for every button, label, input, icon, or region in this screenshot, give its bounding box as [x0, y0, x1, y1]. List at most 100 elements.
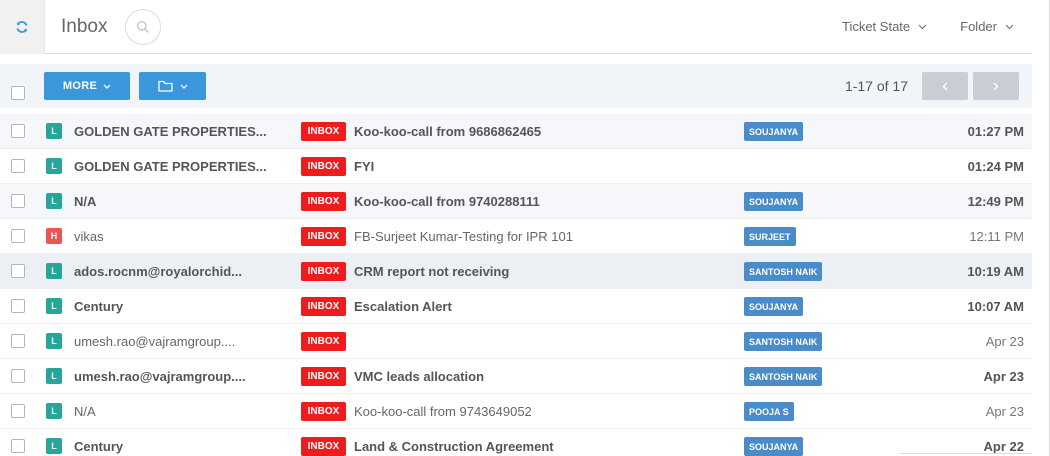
assignee-badge: SANTOSH NAIK: [744, 367, 823, 386]
ticket-state-label: Ticket State: [841, 19, 911, 34]
ticket-state-dropdown[interactable]: Ticket State: [842, 19, 927, 34]
folder-icon: [157, 80, 173, 92]
priority-badge: H: [46, 228, 62, 244]
ticket-subject[interactable]: FYI: [354, 159, 734, 174]
ticket-timestamp: 12:11 PM: [969, 229, 1024, 244]
row-checkbox[interactable]: [11, 334, 25, 348]
table-row[interactable]: L GOLDEN GATE PROPERTIES... INBOX Koo-koo-c…: [0, 114, 1032, 149]
assignee-badge: SOUJANYA: [744, 437, 804, 456]
ticket-subject[interactable]: Koo-koo-call from 9740288111: [354, 194, 734, 209]
inbox-app: Inbox Ticket State Folder MORE 1-17 of 1…: [0, 0, 1050, 456]
assignee-badge: SANTOSH NAIK: [744, 332, 823, 351]
chevron-down-icon: [103, 84, 111, 89]
prev-page-button[interactable]: [922, 72, 968, 100]
ticket-sender[interactable]: umesh.rao@vajramgroup....: [74, 334, 289, 349]
ticket-timestamp: Apr 23: [983, 369, 1024, 384]
table-row[interactable]: L N/A INBOX Koo-koo-call from 9743649052 POO…: [0, 394, 1032, 429]
table-row[interactable]: Lumesh.rao@vajramgroup.... INBOX VMC leads…: [0, 359, 1032, 394]
priority-badge: L: [46, 368, 62, 384]
row-checkbox[interactable]: [11, 264, 25, 278]
table-row[interactable]: L Century INBOX Escalation Alert SOUJANYA 10:…: [0, 289, 1032, 324]
ticket-sender[interactable]: ados.rocnm@royalorchid...: [74, 264, 289, 279]
priority-badge: L: [46, 263, 62, 279]
ticket-timestamp: Apr 23: [985, 404, 1024, 419]
folder-label: Folder: [960, 19, 997, 34]
select-all-checkbox[interactable]: [11, 86, 25, 100]
ticket-sender[interactable]: vikas: [74, 229, 289, 244]
ticket-subject[interactable]: FB-Surjeet Kumar-Testing for IPR 101: [354, 229, 734, 244]
ticket-sender[interactable]: Century: [74, 299, 289, 314]
chevron-down-icon: [180, 84, 187, 89]
table-row[interactable]: L N/A INBOX Koo-koo-call from 9740288111 SOU…: [0, 184, 1032, 219]
assignee-badge: SOUJANYA: [744, 192, 804, 211]
ticket-sender[interactable]: umesh.rao@vajramgroup....: [74, 369, 289, 384]
assignee-badge: SOUJANYA: [744, 122, 804, 141]
inbox-tag-badge: INBOX: [301, 332, 346, 351]
ticket-sender[interactable]: Century: [74, 439, 289, 454]
priority-badge: L: [46, 158, 62, 174]
inbox-tag-badge: INBOX: [301, 227, 346, 246]
table-row[interactable]: Lumesh.rao@vajramgroup.... INBOX SANTOSH N…: [0, 324, 1032, 359]
more-button-label: MORE: [62, 80, 98, 92]
inbox-tag-badge: INBOX: [301, 297, 346, 316]
inbox-tag-badge: INBOX: [301, 122, 346, 141]
ticket-timestamp: Apr 23: [985, 334, 1024, 349]
table-row[interactable]: Lados.rocnm@royalorchid... INBOX CRM repor…: [0, 254, 1032, 289]
next-page-button[interactable]: [973, 72, 1019, 100]
chevron-left-icon: [942, 82, 948, 90]
row-checkbox[interactable]: [11, 194, 25, 208]
page-title: Inbox: [61, 15, 108, 37]
assignee-badge: SANTOSH NAIK: [744, 262, 823, 281]
inbox-tag-badge: INBOX: [301, 437, 346, 456]
ticket-sender[interactable]: GOLDEN GATE PROPERTIES...: [74, 124, 289, 139]
refresh-icon: [16, 20, 28, 33]
inbox-tag-badge: INBOX: [301, 402, 346, 421]
ticket-timestamp: 01:27 PM: [967, 124, 1024, 139]
search-button[interactable]: [125, 8, 162, 45]
ticket-subject[interactable]: Koo-koo-call from 9743649052: [354, 404, 734, 419]
table-row[interactable]: L GOLDEN GATE PROPERTIES... INBOX FYI 01:24 …: [0, 149, 1032, 184]
ticket-subject[interactable]: CRM report not receiving: [354, 264, 734, 279]
row-checkbox[interactable]: [11, 229, 25, 243]
chevron-down-icon: [918, 24, 927, 29]
row-checkbox[interactable]: [11, 299, 25, 313]
table-row[interactable]: Hvikas INBOX FB-Surjeet Kumar-Testing for …: [0, 219, 1032, 254]
row-checkbox[interactable]: [11, 404, 25, 418]
ticket-list: L GOLDEN GATE PROPERTIES... INBOX Koo-koo-c…: [0, 114, 1032, 456]
ticket-subject[interactable]: VMC leads allocation: [354, 369, 734, 384]
row-checkbox[interactable]: [11, 369, 25, 383]
row-checkbox[interactable]: [11, 124, 25, 138]
ticket-subject[interactable]: Escalation Alert: [354, 299, 734, 314]
ticket-timestamp: Apr 22: [983, 439, 1024, 454]
ticket-timestamp: 10:19 AM: [967, 264, 1024, 279]
ticket-timestamp: 12:49 PM: [967, 194, 1024, 209]
priority-badge: L: [46, 403, 62, 419]
more-button[interactable]: MORE: [44, 72, 130, 100]
row-checkbox[interactable]: [11, 159, 25, 173]
ticket-timestamp: 10:07 AM: [967, 299, 1024, 314]
header-bar: Inbox Ticket State Folder: [0, 0, 1032, 54]
table-row[interactable]: L Century INBOX Land & Construction Agreeme…: [0, 429, 1032, 456]
priority-badge: L: [46, 298, 62, 314]
pagination-text: 1-17 of 17: [844, 78, 908, 94]
chevron-right-icon: [993, 82, 999, 90]
ticket-timestamp: 01:24 PM: [967, 159, 1024, 174]
folder-dropdown[interactable]: Folder: [960, 19, 1014, 34]
ticket-sender[interactable]: N/A: [74, 404, 289, 419]
ticket-sender[interactable]: N/A: [74, 194, 289, 209]
refresh-button[interactable]: [0, 0, 45, 54]
move-to-folder-button[interactable]: [139, 72, 206, 100]
header-filters: Ticket State Folder: [842, 19, 1032, 34]
ticket-sender[interactable]: GOLDEN GATE PROPERTIES...: [74, 159, 289, 174]
assignee-badge: SURJEET: [744, 227, 796, 246]
inbox-tag-badge: INBOX: [301, 262, 346, 281]
priority-badge: L: [46, 123, 62, 139]
ticket-subject[interactable]: Koo-koo-call from 9686862465: [354, 124, 734, 139]
inbox-tag-badge: INBOX: [301, 367, 346, 386]
row-checkbox[interactable]: [11, 439, 25, 453]
assignee-badge: POOJA S: [744, 402, 794, 421]
ticket-subject[interactable]: Land & Construction Agreement: [354, 439, 734, 454]
inbox-tag-badge: INBOX: [301, 157, 346, 176]
priority-badge: L: [46, 438, 62, 454]
assignee-badge: SOUJANYA: [744, 297, 804, 316]
